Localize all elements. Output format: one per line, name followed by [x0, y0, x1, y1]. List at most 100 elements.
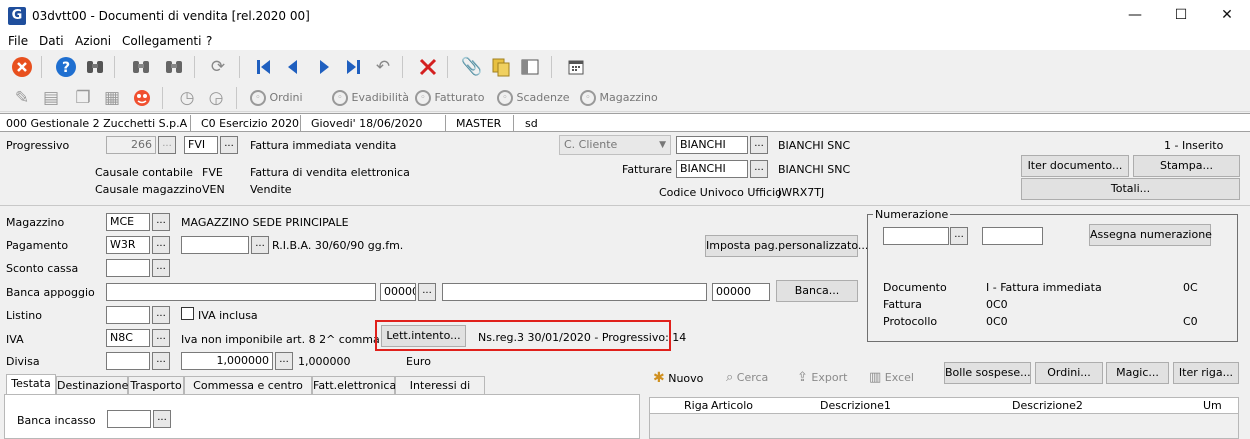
tab-commessa[interactable]: Commessa e centro C/R	[184, 376, 312, 409]
duplicate-icon[interactable]: ▦	[101, 87, 123, 109]
menu-dati[interactable]: Dati	[39, 34, 64, 48]
pagamento-lookup-button[interactable]: ...	[152, 236, 170, 254]
bolle-sospese-button[interactable]: Bolle sospese...	[944, 362, 1031, 384]
column-descrizione2[interactable]: Descrizione2	[1012, 399, 1083, 412]
copy-document-icon[interactable]: ❐	[72, 87, 94, 109]
stampa-button[interactable]: Stampa...	[1133, 155, 1240, 177]
fatturato-toolbar-button[interactable]: ◦ Fatturato	[415, 90, 484, 106]
banca-incasso-field[interactable]	[107, 410, 151, 428]
attachment-icon[interactable]: 📎	[461, 56, 483, 78]
undo-icon[interactable]: ↶	[372, 56, 394, 78]
pagamento-custom-field[interactable]	[181, 236, 249, 254]
doc-type-field[interactable]: FVI	[184, 136, 218, 154]
cliente-lookup-button[interactable]: ...	[750, 136, 768, 154]
divisa-rate-lookup-button[interactable]: ...	[275, 352, 293, 370]
iter-riga-button[interactable]: Iter riga...	[1173, 362, 1239, 384]
totali-button[interactable]: Totali...	[1021, 178, 1240, 200]
cerca-button[interactable]: ⌕ Cerca	[726, 370, 768, 385]
column-articolo[interactable]: Articolo	[711, 399, 753, 412]
doc-type-lookup-button[interactable]: ...	[220, 136, 238, 154]
sconto-cassa-field[interactable]	[106, 259, 150, 277]
banca-appoggio-field[interactable]	[106, 283, 376, 301]
tab-trasporto[interactable]: Trasporto	[128, 376, 184, 395]
toolbar-separator	[114, 56, 115, 78]
iter-documento-button[interactable]: Iter documento...	[1021, 155, 1129, 177]
imposta-pagamento-button[interactable]: Imposta pag.personalizzato...	[705, 235, 868, 257]
refresh-icon[interactable]: ⟳	[207, 56, 229, 78]
minimize-button[interactable]: —	[1112, 0, 1158, 32]
menu-help[interactable]: ?	[206, 34, 212, 48]
evadibilita-toolbar-button[interactable]: ◦ Evadibilità	[332, 90, 409, 106]
lettera-intento-button[interactable]: Lett.intento...	[381, 325, 466, 347]
exit-icon[interactable]	[11, 56, 33, 78]
banca-cab-field[interactable]: 00000	[712, 283, 770, 301]
banca-description-field[interactable]	[442, 283, 707, 301]
export-button[interactable]: ⇪ Export	[797, 370, 847, 385]
magic-button[interactable]: Magic...	[1106, 362, 1169, 384]
ordini-button[interactable]: Ordini...	[1035, 362, 1103, 384]
iva-inclusa-checkbox[interactable]	[181, 307, 194, 320]
maximize-button[interactable]: ☐	[1158, 0, 1204, 32]
documents-icon[interactable]	[490, 56, 512, 78]
divisa-rate-field[interactable]: 1,000000	[181, 352, 273, 370]
column-riga[interactable]: Riga	[684, 399, 708, 412]
cliente-code-field[interactable]: BIANCHI	[676, 136, 748, 154]
banca-incasso-lookup-button[interactable]: ...	[153, 410, 171, 428]
progressivo-lookup-button[interactable]: ...	[158, 136, 176, 154]
pagamento-custom-lookup-button[interactable]: ...	[251, 236, 269, 254]
divisa-field[interactable]	[106, 352, 150, 370]
banca-abi-field[interactable]: 00000	[380, 283, 416, 301]
last-record-icon[interactable]	[342, 56, 364, 78]
sconto-cassa-lookup-button[interactable]: ...	[152, 259, 170, 277]
assegna-numerazione-button[interactable]: Assegna numerazione	[1089, 224, 1212, 246]
fatturare-lookup-button[interactable]: ...	[750, 160, 768, 178]
numerazione-serie-field[interactable]	[883, 227, 949, 245]
document-icon[interactable]: ▤	[40, 87, 62, 109]
history-back-icon[interactable]: ◶	[205, 87, 227, 109]
magazzino-lookup-button[interactable]: ...	[152, 213, 170, 231]
history-icon[interactable]: ◷	[176, 87, 198, 109]
cliente-type-combo[interactable]: C. Cliente ▼	[559, 135, 671, 155]
numerazione-lookup-button[interactable]: ...	[950, 227, 968, 245]
banca-abi-lookup-button[interactable]: ...	[418, 283, 436, 301]
binoculars-next-icon[interactable]	[163, 56, 185, 78]
calendar-icon[interactable]	[565, 56, 587, 78]
divisa-lookup-button[interactable]: ...	[152, 352, 170, 370]
magazzino-field[interactable]: MCE	[106, 213, 150, 231]
progressivo-field[interactable]: 266	[106, 136, 156, 154]
excel-button[interactable]: ▥ Excel	[869, 370, 914, 385]
nuovo-button[interactable]: ✱ Nuovo	[653, 370, 703, 386]
tab-interessi-mora[interactable]: Interessi di mora	[395, 376, 485, 409]
column-um[interactable]: Um	[1203, 399, 1222, 412]
ordini-toolbar-button[interactable]: ◦ Ordini	[250, 90, 303, 106]
prev-record-icon[interactable]	[282, 56, 304, 78]
rows-grid-body[interactable]	[649, 414, 1239, 439]
close-button[interactable]: ✕	[1204, 0, 1250, 32]
tab-destinazione[interactable]: Destinazione	[56, 376, 128, 395]
delete-icon[interactable]	[417, 56, 439, 78]
next-record-icon[interactable]	[313, 56, 335, 78]
iva-lookup-button[interactable]: ...	[152, 329, 170, 347]
listino-field[interactable]	[106, 306, 150, 324]
pagamento-field[interactable]: W3R	[106, 236, 150, 254]
iva-field[interactable]: N8C	[106, 329, 150, 347]
tab-fatt-elettronica[interactable]: Fatt.elettronica	[312, 376, 396, 395]
edit-icon[interactable]: ✎	[11, 87, 33, 109]
menu-file[interactable]: File	[8, 34, 28, 48]
listino-lookup-button[interactable]: ...	[152, 306, 170, 324]
menu-collegamenti[interactable]: Collegamenti	[122, 34, 201, 48]
tab-testata[interactable]: Testata	[6, 374, 56, 395]
menu-azioni[interactable]: Azioni	[75, 34, 111, 48]
magazzino-toolbar-button[interactable]: ◦ Magazzino	[580, 90, 658, 106]
column-descrizione1[interactable]: Descrizione1	[820, 399, 891, 412]
magic-icon[interactable]	[131, 87, 153, 109]
layout-icon[interactable]	[519, 56, 541, 78]
binoculars-prev-icon[interactable]	[130, 56, 152, 78]
banca-button[interactable]: Banca...	[776, 280, 858, 302]
fatturare-code-field[interactable]: BIANCHI	[676, 160, 748, 178]
binoculars-icon[interactable]	[84, 56, 106, 78]
numerazione-number-field[interactable]	[982, 227, 1043, 245]
first-record-icon[interactable]	[253, 56, 275, 78]
scadenze-toolbar-button[interactable]: ◦ Scadenze	[497, 90, 570, 106]
help-icon[interactable]: ?	[55, 56, 77, 78]
